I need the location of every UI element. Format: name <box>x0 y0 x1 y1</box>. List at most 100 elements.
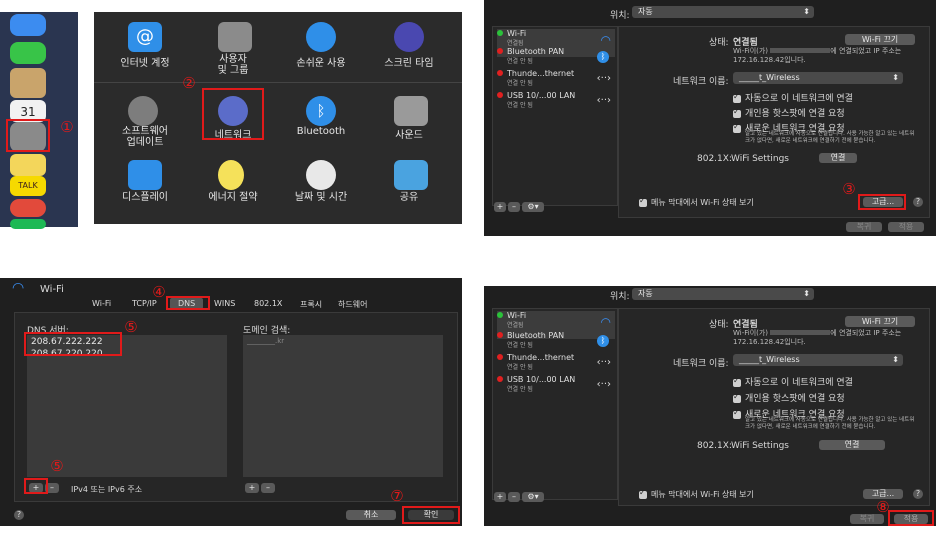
remove-search-domain-button[interactable]: – <box>261 483 275 493</box>
spotify-icon[interactable] <box>10 219 46 229</box>
pref-label-accessibility[interactable]: 손쉬운 사용 <box>276 54 366 69</box>
service-name: Bluetooth PAN <box>507 47 565 56</box>
search-domains-list[interactable]: ________.kr <box>243 335 443 477</box>
redacted-ssid <box>770 48 831 53</box>
show-wifi-status-checkbox[interactable]: 메뉴 막대에서 Wi-Fi 상태 보기 <box>639 488 754 500</box>
step-badge-5a: ⑤ <box>124 318 138 336</box>
add-service-button[interactable]: + <box>494 492 506 502</box>
location-select[interactable]: 자동 ⬍ <box>632 6 814 18</box>
notes-icon[interactable] <box>10 154 46 176</box>
service-name: Wi-Fi <box>507 29 527 38</box>
service-usb-lan[interactable]: USB 10/...00 LAN 연결 안 됨 ‹··› <box>497 375 615 403</box>
hotspot-checkbox[interactable]: 개인용 핫스팟에 연결 요청 <box>733 391 845 404</box>
apply-button[interactable]: 적용 <box>888 222 924 232</box>
service-list-controls: + – ⚙▾ <box>494 202 554 212</box>
pref-label-date-time[interactable]: 날짜 및 시간 <box>276 188 366 203</box>
dns-servers-list[interactable]: 208.67.222.222 208.67.220.220 <box>27 335 227 477</box>
tab-wifi[interactable]: Wi-Fi <box>92 299 111 308</box>
tab-proxy[interactable]: 프록시 <box>300 299 322 310</box>
dialog-help-button[interactable]: ? <box>14 510 24 520</box>
checkbox-icon <box>733 408 741 419</box>
cancel-button[interactable]: 취소 <box>346 510 396 520</box>
pref-label-users[interactable]: 사용자 및 그룹 <box>188 54 278 76</box>
network-name-value: _____t_Wireless <box>739 73 800 82</box>
network-name-label: 네트워크 이름: <box>673 359 729 369</box>
messages-icon[interactable] <box>10 14 46 36</box>
hotspot-checkbox[interactable]: 개인용 핫스팟에 연결 요청 <box>733 106 845 119</box>
contacts-icon[interactable] <box>10 68 46 98</box>
accessibility-icon[interactable] <box>306 22 336 52</box>
show-wifi-status-label: 메뉴 막대에서 Wi-Fi 상태 보기 <box>651 198 754 207</box>
tab-8021x[interactable]: 802.1X <box>254 299 282 308</box>
wifi-details: 상태: 연결됨 Wi-Fi 끄기 Wi-Fi이(가) 에 연결되었고 IP 주소… <box>618 308 930 506</box>
service-usb-lan[interactable]: USB 10/...00 LAN 연결 안 됨 ‹··› <box>497 91 615 119</box>
service-action-menu[interactable]: ⚙▾ <box>522 202 544 212</box>
remove-service-button[interactable]: – <box>508 492 520 502</box>
pref-label-bluetooth[interactable]: Bluetooth <box>276 126 366 137</box>
add-search-domain-button[interactable]: + <box>245 483 259 493</box>
pref-label-software-update[interactable]: 소프트웨어 업데이트 <box>100 126 190 148</box>
chrome-icon[interactable] <box>10 199 46 217</box>
service-action-menu[interactable]: ⚙▾ <box>522 492 544 502</box>
kakaotalk-icon[interactable]: TALK <box>10 176 46 196</box>
pref-label-internet-accounts[interactable]: 인터넷 계정 <box>100 54 190 69</box>
tab-bar: Wi-Fi TCP/IP DNS WINS 802.1X 프록시 하드웨어 <box>84 298 384 310</box>
users-icon[interactable] <box>218 22 252 52</box>
folder-icon[interactable] <box>394 160 428 190</box>
wifi-details: 상태: 연결됨 Wi-Fi 끄기 Wi-Fi이(가) 에 연결되었고 IP 주소… <box>618 26 930 218</box>
help-button[interactable]: ? <box>913 489 923 499</box>
ask-new-network-description: 알고 있는 네트워크에 자동으로 연결됩니다. 사용 가능한 알고 있는 네트워… <box>745 417 915 430</box>
network-pane-bottom: 위치: 자동 ⬍ Wi-Fi 연결됨 ◠ Bluetooth PAN 연결 안 됨ᛒ T… <box>484 286 936 526</box>
tab-wins[interactable]: WINS <box>214 299 235 308</box>
help-button[interactable]: ? <box>913 197 923 207</box>
service-status: 연결됨 <box>507 322 524 329</box>
connect-button[interactable]: 연결 <box>819 440 885 450</box>
dot1x-value: WiFi Settings <box>731 441 789 451</box>
highlight-add-button <box>24 478 48 494</box>
pref-label-energy[interactable]: 에너지 절약 <box>188 188 278 203</box>
at-icon[interactable]: @ <box>128 22 162 52</box>
revert-button[interactable]: 복귀 <box>846 222 882 232</box>
dot1x-label: 802.1X: <box>697 441 732 451</box>
display-icon[interactable] <box>128 160 162 190</box>
service-list: Wi-Fi 연결됨 ◠ Bluetooth PAN 연결 안 됨ᛒ Thunde...… <box>492 308 618 500</box>
location-select[interactable]: 자동 ⬍ <box>632 288 814 300</box>
wifi-off-button[interactable]: Wi-Fi 끄기 <box>845 34 915 45</box>
auto-join-checkbox[interactable]: 자동으로 이 네트워크에 연결 <box>733 91 853 104</box>
connect-button[interactable]: 연결 <box>819 153 857 163</box>
service-name: Thunde...thernet <box>507 353 575 362</box>
pref-label-sharing[interactable]: 공유 <box>364 188 454 203</box>
network-name-label: 네트워크 이름: <box>673 77 729 87</box>
pref-label-display[interactable]: 디스플레이 <box>100 188 190 203</box>
wifi-off-button[interactable]: Wi-Fi 끄기 <box>845 316 915 327</box>
service-list: Wi-Fi 연결됨 ◠ Bluetooth PAN 연결 안 됨ᛒ Thunde...… <box>492 26 618 206</box>
wifi-icon: ◠ <box>12 280 25 296</box>
remove-service-button[interactable]: – <box>508 202 520 212</box>
pref-label-sound[interactable]: 사운드 <box>364 126 454 141</box>
dot1x-value: WiFi Settings <box>731 154 789 164</box>
network-name-select[interactable]: _____t_Wireless ⬍ <box>733 354 903 366</box>
clock-icon[interactable] <box>306 160 336 190</box>
add-service-button[interactable]: + <box>494 202 506 212</box>
separator <box>94 82 462 83</box>
tab-hardware[interactable]: 하드웨어 <box>338 299 367 310</box>
bluetooth-icon[interactable]: ᛒ <box>306 96 336 126</box>
auto-join-checkbox[interactable]: 자동으로 이 네트워크에 연결 <box>733 375 853 388</box>
show-wifi-status-checkbox[interactable]: 메뉴 막대에서 Wi-Fi 상태 보기 <box>639 196 754 208</box>
checkbox-icon <box>733 376 741 387</box>
hourglass-icon[interactable] <box>394 22 424 52</box>
status-desc-2: 에 연결되었고 IP 주소는 <box>830 47 902 55</box>
network-name-select[interactable]: _____t_Wireless ⬍ <box>733 72 903 84</box>
status-dot <box>497 332 503 338</box>
hotspot-label: 개인용 핫스팟에 연결 요청 <box>745 109 845 119</box>
bulb-icon[interactable] <box>218 160 244 190</box>
ethernet-icon: ‹··› <box>596 95 611 106</box>
pref-label-screen-time[interactable]: 스크린 타임 <box>364 54 454 69</box>
search-domain-entry[interactable]: ________.kr <box>243 335 443 347</box>
speaker-icon[interactable] <box>394 96 428 126</box>
gear-icon[interactable] <box>128 96 158 126</box>
step-badge-3: ③ <box>842 180 856 198</box>
facetime-icon[interactable] <box>10 42 46 64</box>
status-desc-3: 172.16.128.42입니다. <box>733 338 806 346</box>
ethernet-icon: ‹··› <box>596 379 611 390</box>
